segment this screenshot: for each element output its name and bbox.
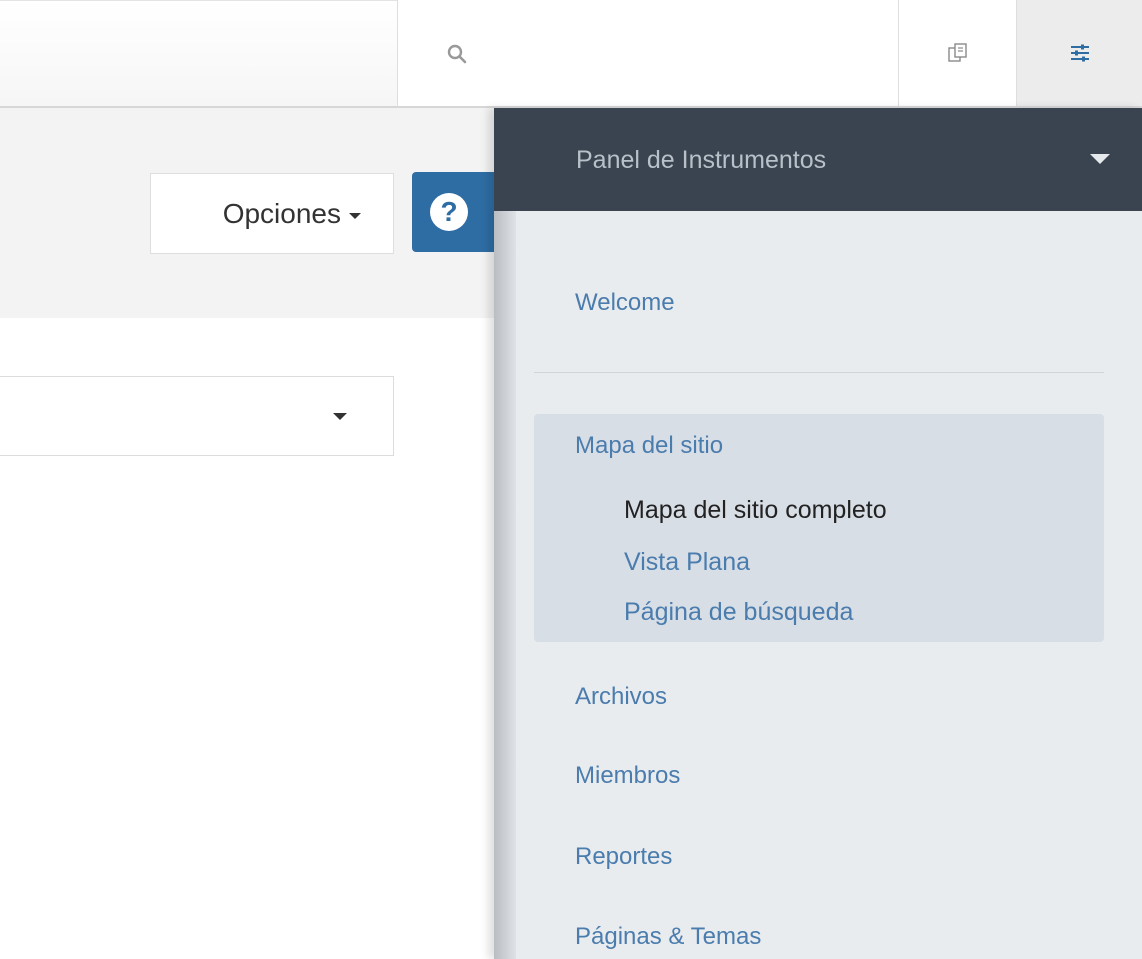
caret-down-icon	[333, 413, 347, 420]
nav-subitem-flat-view[interactable]: Vista Plana	[624, 548, 750, 577]
copy-button[interactable]	[898, 0, 1016, 106]
options-dropdown-button[interactable]: Opciones	[150, 173, 394, 254]
nav-item-files[interactable]: Archivos	[575, 683, 667, 711]
copy-icon	[947, 43, 967, 62]
nav-subitem-full-sitemap[interactable]: Mapa del sitio completo	[624, 496, 887, 525]
help-icon: ?	[430, 193, 468, 231]
panel-edge	[494, 210, 516, 959]
caret-down-icon	[1090, 154, 1110, 164]
page: Opciones ? Panel de Instrumentos Welcome…	[0, 0, 1142, 959]
search-icon[interactable]	[447, 44, 467, 64]
nav-item-reports[interactable]: Reportes	[575, 843, 672, 871]
caret-down-icon	[349, 212, 361, 219]
options-label: Opciones	[222, 197, 341, 229]
select-dropdown[interactable]	[0, 376, 394, 456]
nav-item-welcome[interactable]: Welcome	[575, 289, 675, 317]
nav-item-sitemap[interactable]: Mapa del sitio	[575, 432, 723, 460]
panel-title: Panel de Instrumentos	[576, 146, 827, 174]
help-button[interactable]: ?	[412, 172, 494, 252]
nav-item-members[interactable]: Miembros	[575, 762, 680, 790]
settings-button[interactable]	[1016, 0, 1142, 106]
nav-item-pages-themes[interactable]: Páginas & Temas	[575, 923, 761, 951]
sliders-icon	[1070, 44, 1089, 62]
nav-subitem-search-page[interactable]: Página de búsqueda	[624, 598, 853, 627]
panel-header[interactable]: Panel de Instrumentos	[494, 108, 1142, 211]
search-field[interactable]	[397, 0, 898, 106]
divider	[534, 372, 1104, 373]
